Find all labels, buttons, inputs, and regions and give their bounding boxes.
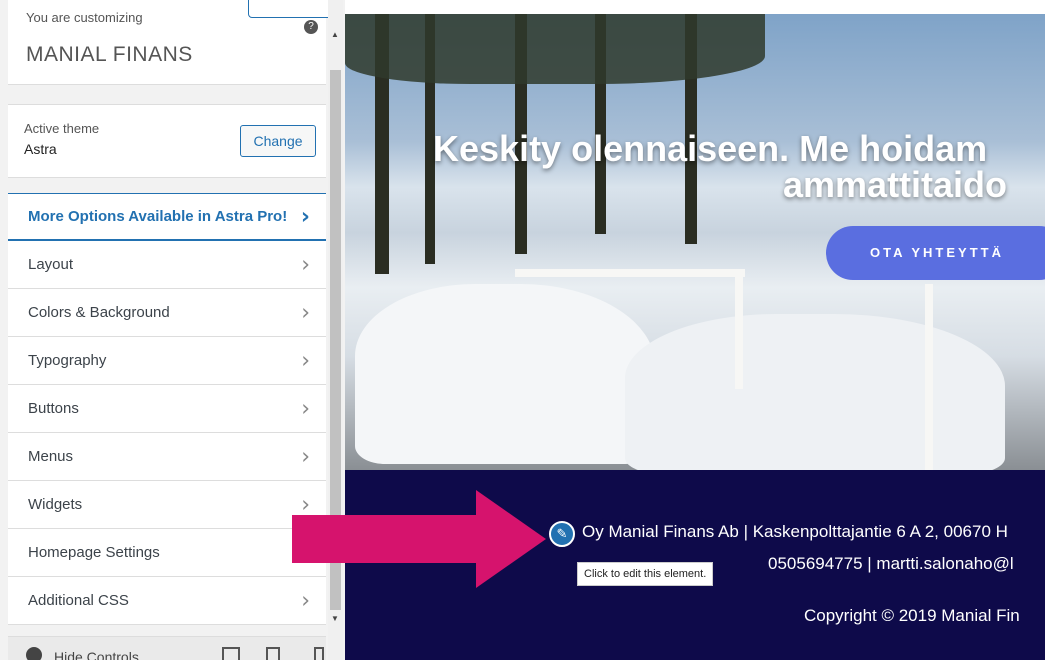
- help-icon[interactable]: ?: [304, 20, 318, 34]
- hero-section: Keskity olennaiseen. Me hoidam ammattita…: [345, 14, 1045, 474]
- scroll-up-icon[interactable]: ▲: [331, 30, 339, 39]
- mobile-preview-icon[interactable]: [314, 647, 324, 660]
- sidebar-item-additional-css[interactable]: Additional CSS ›: [8, 577, 326, 625]
- snow-mound: [625, 314, 1005, 474]
- pointer-arrow-head: [476, 490, 546, 588]
- sidebar-item-buttons[interactable]: Buttons ›: [8, 385, 326, 433]
- hide-controls-button[interactable]: Hide Controls: [54, 649, 139, 660]
- astra-pro-label: More Options Available in Astra Pro!: [28, 208, 288, 225]
- change-theme-button[interactable]: Change: [240, 125, 316, 157]
- customizer-header: You are customizing ? MANIAL FINANS: [8, 0, 338, 85]
- sidebar-item-layout[interactable]: Layout ›: [8, 241, 326, 289]
- sidebar-item-homepage-settings[interactable]: Homepage Settings ›: [8, 529, 326, 577]
- chevron-right-icon: ›: [301, 444, 310, 469]
- sidebar-item-menus[interactable]: Menus ›: [8, 433, 326, 481]
- active-theme-label: Active theme: [24, 121, 100, 136]
- site-footer: ✎ Oy Manial Finans Ab | Kaskenpolttajant…: [345, 470, 1045, 660]
- customizer-footer: Hide Controls: [8, 636, 326, 660]
- desktop-preview-icon[interactable]: [222, 647, 240, 660]
- active-theme-name: Astra: [24, 141, 57, 157]
- chevron-right-icon: ›: [301, 252, 310, 277]
- sidebar-item-label: Menus: [28, 448, 74, 465]
- sidebar-item-widgets[interactable]: Widgets ›: [8, 481, 326, 529]
- astra-pro-link[interactable]: More Options Available in Astra Pro! ›: [8, 193, 326, 241]
- edit-pencil-icon[interactable]: ✎: [549, 521, 575, 547]
- footer-copyright-line: Copyright © 2019 Manial Fin: [804, 606, 1020, 625]
- customizer-panel: You are customizing ? MANIAL FINANS Acti…: [8, 0, 338, 660]
- tree-canopy: [345, 14, 765, 84]
- sidebar-item-typography[interactable]: Typography ›: [8, 337, 326, 385]
- scroll-down-icon[interactable]: ▼: [331, 614, 339, 623]
- chevron-right-icon: ›: [301, 396, 310, 421]
- hide-controls-icon[interactable]: [26, 647, 42, 660]
- chevron-right-icon: ›: [301, 348, 310, 373]
- sidebar-item-label: Additional CSS: [28, 592, 129, 609]
- chevron-right-icon: ›: [301, 300, 310, 325]
- publish-button[interactable]: [248, 0, 338, 18]
- sidebar-item-label: Buttons: [28, 400, 79, 417]
- snow-mound: [355, 284, 655, 464]
- chevron-right-icon: ›: [301, 588, 310, 613]
- hero-heading-line2: ammattitaido: [783, 164, 1008, 205]
- sidebar-item-colors-background[interactable]: Colors & Background ›: [8, 289, 326, 337]
- tablet-preview-icon[interactable]: [266, 647, 280, 660]
- sidebar-item-label: Colors & Background: [28, 304, 170, 321]
- customizing-label: You are customizing: [26, 10, 143, 25]
- chevron-right-icon: ›: [300, 204, 310, 229]
- edit-tooltip: Click to edit this element.: [577, 562, 714, 586]
- active-theme-section: Active theme Astra Change: [8, 104, 326, 178]
- railing: [515, 269, 745, 277]
- railing: [735, 269, 743, 389]
- customizer-menu: More Options Available in Astra Pro! › L…: [8, 193, 326, 625]
- pointer-arrow: [292, 515, 482, 563]
- sidebar-item-label: Layout: [28, 256, 74, 273]
- sidebar-item-label: Typography: [28, 352, 107, 369]
- chevron-right-icon: ›: [301, 492, 310, 517]
- footer-company-line: Oy Manial Finans Ab | Kaskenpolttajantie…: [582, 522, 1008, 541]
- site-title: MANIAL FINANS: [26, 43, 193, 66]
- contact-cta-button[interactable]: OTA YHTEYTTÄ: [826, 226, 1045, 280]
- railing: [925, 284, 933, 470]
- sidebar-item-label: Widgets: [28, 496, 83, 513]
- sidebar-item-label: Homepage Settings: [28, 544, 160, 561]
- footer-contact-line: 0505694775 | martti.salonaho@l: [768, 554, 1014, 573]
